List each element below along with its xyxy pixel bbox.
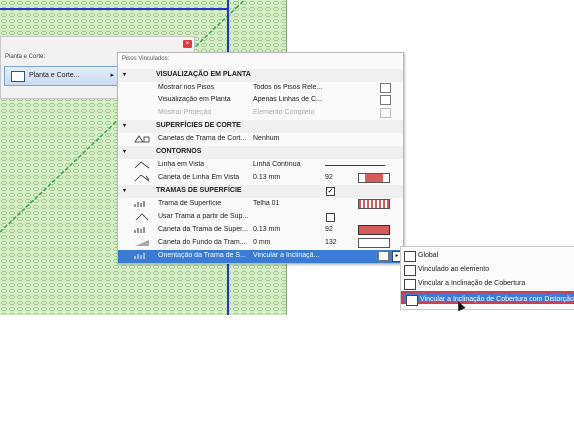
setting-value[interactable]: Vincular a Inclinaçã... xyxy=(253,252,325,259)
group-outlines[interactable]: ▾ CONTORNOS xyxy=(118,146,403,159)
setting-name: Caneta da Trama de Super... xyxy=(158,226,248,233)
setting-value[interactable]: Apenas Linhas de C... xyxy=(253,96,325,103)
projection-icon xyxy=(380,108,391,118)
setting-name: Mostrar nos Pisos xyxy=(158,84,215,91)
menu-item-label: Global xyxy=(418,252,439,259)
use-fill-from-surface-checkbox[interactable] xyxy=(326,213,335,222)
pen-icon xyxy=(134,174,150,182)
setting-row-use-fill-from-surface[interactable]: Usar Trama a partir de Sup... xyxy=(118,211,403,224)
roof-pitch-icon xyxy=(378,251,389,261)
setting-row-fill-background-pen[interactable]: Caneta do Fundo da Tram... 0 mm 132 xyxy=(118,237,403,250)
close-icon[interactable]: × xyxy=(183,40,192,48)
setting-row-floor-plan-display[interactable]: Visualização em Planta Apenas Linhas de … xyxy=(118,94,403,107)
settings-panel: Pisos Vinculados: ▾ VISUALIZAÇÃO EM PLAN… xyxy=(117,52,404,264)
pen-number: 92 xyxy=(325,174,333,181)
fill-pattern-swatch[interactable] xyxy=(358,199,390,209)
plan-section-label: Planta e Corte: xyxy=(5,54,46,60)
global-icon xyxy=(404,251,416,262)
setting-value[interactable]: 0 mm xyxy=(253,239,325,246)
fill-background-icon xyxy=(134,239,150,247)
setting-name: Mostrar Projeção xyxy=(158,109,212,116)
pen-number: 132 xyxy=(325,239,337,246)
setting-row-cut-fill-pens[interactable]: Canetas de Trama de Cort... Nenhum xyxy=(118,133,403,146)
menu-item-label: Vincular a Inclinação de Cobertura com D… xyxy=(420,296,574,303)
group-label: TRAMAS DE SUPERFÍCIE xyxy=(156,187,242,194)
surface-fills-checkbox[interactable]: ✓ xyxy=(326,187,335,196)
setting-row-fill-pen[interactable]: Caneta da Trama de Super... 0.13 mm 92 xyxy=(118,224,403,237)
setting-name: Linha em Vista xyxy=(158,161,205,168)
group-label: CONTORNOS xyxy=(156,148,202,155)
menu-item-label: Vinculado ao elemento xyxy=(418,266,490,273)
pen-color-swatch[interactable] xyxy=(358,238,390,248)
setting-row-show-on-stories[interactable]: Mostrar nos Pisos Todos os Pisos Rele... xyxy=(118,82,403,95)
setting-value[interactable]: Nenhum xyxy=(253,135,325,142)
chevron-down-icon: ▾ xyxy=(123,123,127,129)
stories-icon xyxy=(380,83,391,93)
setting-value: Elemento Completo xyxy=(253,109,315,116)
group-label: SUPERFÍCIES DE CORTE xyxy=(156,122,241,129)
display-icon xyxy=(380,95,391,105)
setting-name: Usar Trama a partir de Sup... xyxy=(158,213,249,220)
pen-color-swatch[interactable] xyxy=(358,225,390,235)
linked-element-icon xyxy=(404,265,416,276)
fill-orientation-icon xyxy=(134,252,150,260)
plan-section-icon xyxy=(11,71,25,82)
orientation-popup-menu: Global Vinculado ao elemento Vincular a … xyxy=(400,246,574,310)
pen-fill-icon xyxy=(134,213,150,221)
group-cut-surfaces[interactable]: ▾ SUPERFÍCIES DE CORTE xyxy=(118,120,403,133)
setting-row-line-pen-in-view[interactable]: Caneta de Linha Em Vista 0.13 mm 92 xyxy=(118,172,403,185)
pen-color-swatch[interactable] xyxy=(358,173,390,183)
setting-value[interactable]: Todos os Pisos Rele... xyxy=(253,84,325,91)
setting-name: Visualização em Planta xyxy=(158,96,231,103)
setting-row-fill-orientation[interactable]: Orientação da Trama de S... Vincular a I… xyxy=(118,250,403,263)
setting-name: Orientação da Trama de S... xyxy=(158,252,246,259)
plan-section-button-label: Planta e Corte... xyxy=(29,72,80,79)
menu-item-link-roof-pitch-distortion[interactable]: Vincular a Inclinação de Cobertura com D… xyxy=(401,291,574,306)
setting-row-surface-fill[interactable]: Trama de Superfície Telha 01 xyxy=(118,198,403,211)
roof-edge-line-horizontal xyxy=(0,8,229,10)
menu-item-global[interactable]: Global xyxy=(401,249,574,262)
group-floor-plan-display[interactable]: ▾ VISUALIZAÇÃO EM PLANTA xyxy=(118,69,403,82)
plan-section-button[interactable]: Planta e Corte... ▸ xyxy=(4,66,118,86)
setting-name: Trama de Superfície xyxy=(158,200,222,207)
line-type-icon xyxy=(134,161,150,169)
setting-name: Canetas de Trama de Cort... xyxy=(158,135,247,142)
setting-name: Caneta do Fundo da Tram... xyxy=(158,239,246,246)
menu-item-label: Vincular a Inclinação de Cobertura xyxy=(418,280,526,287)
cut-fill-pen-icon xyxy=(134,135,150,143)
setting-value[interactable]: Linha Contínua xyxy=(253,161,325,168)
line-type-preview xyxy=(325,165,385,166)
roof-pitch-icon xyxy=(404,279,416,290)
menu-item-link-roof-pitch[interactable]: Vincular a Inclinação de Cobertura xyxy=(401,277,574,290)
setting-value[interactable]: Telha 01 xyxy=(253,200,325,207)
pen-number: 92 xyxy=(325,226,333,233)
setting-row-line-in-view[interactable]: Linha em Vista Linha Contínua xyxy=(118,159,403,172)
setting-row-show-projection: Mostrar Projeção Elemento Completo xyxy=(118,107,403,120)
group-label: VISUALIZAÇÃO EM PLANTA xyxy=(156,71,251,78)
chevron-down-icon: ▾ xyxy=(123,72,127,78)
group-surface-fills[interactable]: ▾ TRAMAS DE SUPERFÍCIE ✓ xyxy=(118,185,403,198)
chevron-down-icon: ▾ xyxy=(123,188,127,194)
linked-floors-header: Pisos Vinculados: xyxy=(122,56,170,62)
fill-pen-icon xyxy=(134,226,150,234)
setting-value[interactable]: 0.13 mm xyxy=(253,174,325,181)
chevron-right-icon: ▸ xyxy=(110,72,114,79)
setting-value[interactable]: 0.13 mm xyxy=(253,226,325,233)
menu-item-linked-to-element[interactable]: Vinculado ao elemento xyxy=(401,263,574,276)
setting-name: Caneta de Linha Em Vista xyxy=(158,174,240,181)
roof-pitch-distortion-icon xyxy=(406,295,418,306)
chevron-down-icon: ▾ xyxy=(123,149,127,155)
surface-fill-icon xyxy=(134,200,150,208)
